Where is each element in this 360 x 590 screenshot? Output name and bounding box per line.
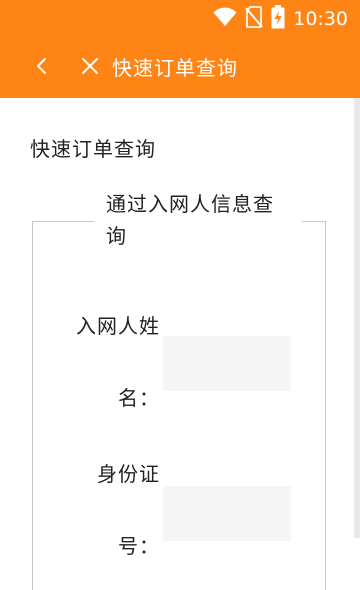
fieldset-legend: 通过入网人信息查询: [94, 188, 302, 252]
status-icons: 10:30: [213, 5, 348, 33]
wifi-icon: [213, 7, 237, 31]
name-label-line1: 入网人姓: [76, 314, 160, 338]
close-button[interactable]: [77, 54, 103, 82]
name-label: 入网人姓 名：: [54, 311, 160, 413]
id-label-line2: 号：: [118, 534, 160, 558]
app-bar: 快速订单查询: [0, 38, 360, 98]
scrollbar[interactable]: [354, 98, 360, 538]
id-label-line1: 身份证: [97, 462, 160, 486]
status-bar: 10:30: [0, 0, 360, 38]
id-number-label: 身份证 号：: [54, 459, 160, 561]
id-number-field[interactable]: [163, 486, 291, 541]
page-title: 快速订单查询: [30, 137, 156, 161]
chevron-left-icon: [35, 57, 49, 79]
name-field[interactable]: [163, 336, 291, 391]
name-label-line2: 名：: [118, 386, 160, 410]
app-bar-title: 快速订单查询: [112, 56, 238, 80]
screen: 10:30 快速订单查询 快速订单查询 通过入网人信息查询 入网人姓 名： 身份…: [0, 0, 360, 590]
back-button[interactable]: [29, 54, 55, 82]
battery-charging-icon: [271, 5, 285, 33]
status-time: 10:30: [293, 8, 348, 30]
close-icon: [81, 57, 99, 79]
no-sim-icon: [245, 6, 263, 32]
